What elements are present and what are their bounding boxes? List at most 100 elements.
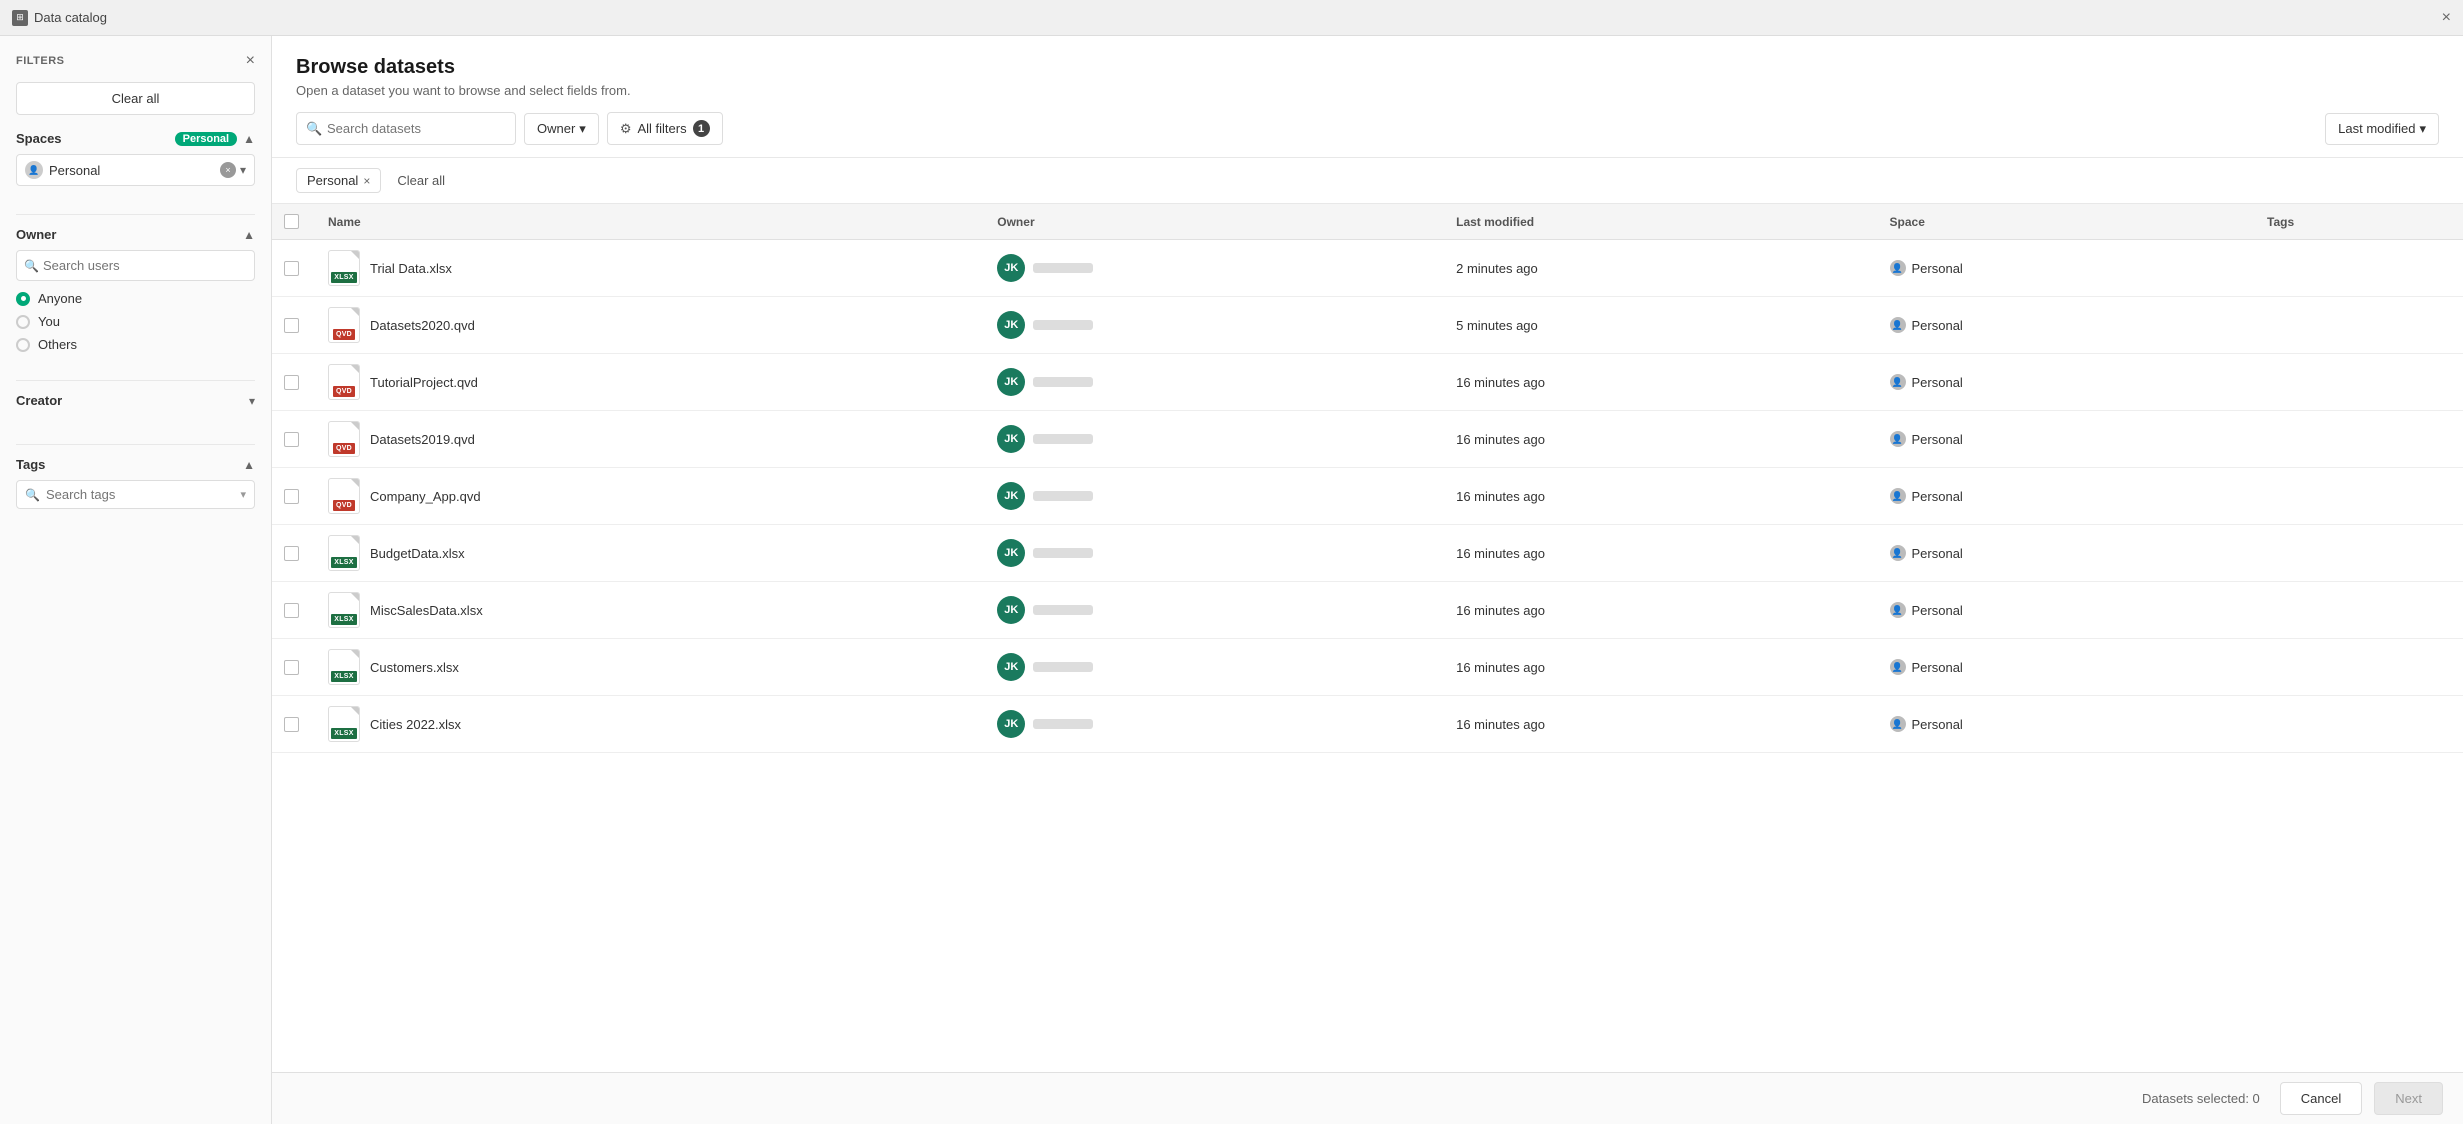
row-checkbox-cell [272, 525, 312, 582]
spaces-dropdown-chevron-icon: ▾ [240, 163, 246, 177]
sidebar-close-button[interactable]: × [246, 52, 255, 70]
clear-all-button[interactable]: Clear all [16, 82, 255, 115]
file-icon: XLSX [328, 592, 360, 628]
row-name-cell[interactable]: QVD Datasets2020.qvd [312, 297, 981, 354]
row-name-cell[interactable]: QVD Datasets2019.qvd [312, 411, 981, 468]
cancel-button[interactable]: Cancel [2280, 1082, 2362, 1115]
row-checkbox-1[interactable] [284, 318, 299, 333]
table-row: QVD TutorialProject.qvd JK 16 minutes ag… [272, 354, 2463, 411]
owner-avatar: JK [997, 596, 1025, 624]
space-cell: 👤 Personal [1890, 545, 2236, 561]
tags-section-header[interactable]: Tags ▲ [16, 457, 255, 472]
row-owner-cell: JK [981, 468, 1440, 525]
sort-select[interactable]: Last modified ▾ [2325, 113, 2439, 145]
owner-section-title: Owner [16, 227, 56, 242]
row-name-cell[interactable]: XLSX BudgetData.xlsx [312, 525, 981, 582]
row-tags-cell [2251, 582, 2463, 639]
th-name: Name [312, 204, 981, 240]
row-tags-cell [2251, 696, 2463, 753]
row-checkbox-3[interactable] [284, 432, 299, 447]
owner-name-blurred [1033, 377, 1093, 387]
row-checkbox-6[interactable] [284, 603, 299, 618]
all-filters-button[interactable]: ⚙ All filters 1 [607, 112, 723, 145]
tags-search-input[interactable] [46, 487, 235, 502]
row-name-cell[interactable]: XLSX MiscSalesData.xlsx [312, 582, 981, 639]
spaces-chevron-icon: ▲ [243, 132, 255, 146]
row-space-cell: 👤 Personal [1874, 468, 2252, 525]
right-panel: Browse datasets Open a dataset you want … [272, 36, 2463, 1124]
owner-cell: JK [997, 539, 1424, 567]
dataset-tbody: XLSX Trial Data.xlsx JK 2 minutes ago 👤 … [272, 240, 2463, 753]
owner-option-anyone[interactable]: Anyone [16, 291, 255, 306]
row-owner-cell: JK [981, 297, 1440, 354]
file-cell: QVD Datasets2020.qvd [328, 307, 965, 343]
owner-name-blurred [1033, 719, 1093, 729]
row-name-cell[interactable]: XLSX Trial Data.xlsx [312, 240, 981, 297]
spaces-select[interactable]: 👤 Personal × ▾ [16, 154, 255, 186]
row-checkbox-0[interactable] [284, 261, 299, 276]
file-icon: QVD [328, 364, 360, 400]
owner-name-blurred [1033, 434, 1093, 444]
clear-all-filters-button[interactable]: Clear all [389, 169, 453, 192]
creator-section-header[interactable]: Creator ▾ [16, 393, 255, 408]
file-icon: XLSX [328, 250, 360, 286]
row-owner-cell: JK [981, 582, 1440, 639]
file-icon: QVD [328, 307, 360, 343]
next-button[interactable]: Next [2374, 1082, 2443, 1115]
creator-chevron-icon: ▾ [249, 394, 255, 408]
row-name-cell[interactable]: XLSX Cities 2022.xlsx [312, 696, 981, 753]
dataset-search-input[interactable] [296, 112, 516, 145]
sidebar-header: FILTERS × [16, 52, 255, 70]
spaces-select-actions: × ▾ [220, 162, 246, 178]
owner-avatar: JK [997, 653, 1025, 681]
owner-avatar: JK [997, 482, 1025, 510]
owner-option-others[interactable]: Others [16, 337, 255, 352]
owner-radio-anyone[interactable] [16, 292, 30, 306]
owner-radio-others[interactable] [16, 338, 30, 352]
spaces-clear-button[interactable]: × [220, 162, 236, 178]
file-icon: XLSX [328, 535, 360, 571]
row-last-modified-cell: 16 minutes ago [1440, 525, 1873, 582]
owner-filter-label: Owner [537, 121, 575, 136]
owner-name-blurred [1033, 662, 1093, 672]
active-filter-personal-close[interactable]: × [363, 174, 370, 188]
browse-header: Browse datasets Open a dataset you want … [272, 36, 2463, 158]
space-cell: 👤 Personal [1890, 488, 2236, 504]
file-type-label: XLSX [331, 557, 356, 568]
space-icon: 👤 [1890, 659, 1906, 675]
row-last-modified-cell: 5 minutes ago [1440, 297, 1873, 354]
file-type-label: QVD [333, 386, 355, 397]
owner-search-input[interactable] [16, 250, 255, 281]
row-checkbox-8[interactable] [284, 717, 299, 732]
file-icon: XLSX [328, 649, 360, 685]
owner-filter-button[interactable]: Owner ▾ [524, 113, 599, 145]
row-last-modified-cell: 2 minutes ago [1440, 240, 1873, 297]
file-type-label: XLSX [331, 272, 356, 283]
row-checkbox-2[interactable] [284, 375, 299, 390]
owner-radio-you[interactable] [16, 315, 30, 329]
th-tags: Tags [2251, 204, 2463, 240]
all-filters-label: All filters [637, 121, 686, 136]
row-checkbox-7[interactable] [284, 660, 299, 675]
row-checkbox-4[interactable] [284, 489, 299, 504]
sidebar: FILTERS × Clear all Spaces Personal ▲ 👤 … [0, 36, 272, 1124]
table-row: QVD Datasets2020.qvd JK 5 minutes ago 👤 … [272, 297, 2463, 354]
divider-1 [16, 214, 255, 215]
file-cell: QVD Datasets2019.qvd [328, 421, 965, 457]
owner-section-header[interactable]: Owner ▲ [16, 227, 255, 242]
tags-search-wrap: 🔍 ▾ [16, 480, 255, 509]
row-checkbox-5[interactable] [284, 546, 299, 561]
spaces-section-header[interactable]: Spaces Personal ▲ [16, 131, 255, 146]
window-close-button[interactable]: × [2442, 10, 2451, 26]
row-name-cell[interactable]: QVD Company_App.qvd [312, 468, 981, 525]
table-row: XLSX Trial Data.xlsx JK 2 minutes ago 👤 … [272, 240, 2463, 297]
select-all-checkbox[interactable] [284, 214, 299, 229]
owner-option-you[interactable]: You [16, 314, 255, 329]
row-owner-cell: JK [981, 240, 1440, 297]
row-last-modified-cell: 16 minutes ago [1440, 639, 1873, 696]
owner-name-blurred [1033, 263, 1093, 273]
row-name-cell[interactable]: QVD TutorialProject.qvd [312, 354, 981, 411]
row-name-cell[interactable]: XLSX Customers.xlsx [312, 639, 981, 696]
owner-avatar: JK [997, 368, 1025, 396]
tags-section-title: Tags [16, 457, 45, 472]
